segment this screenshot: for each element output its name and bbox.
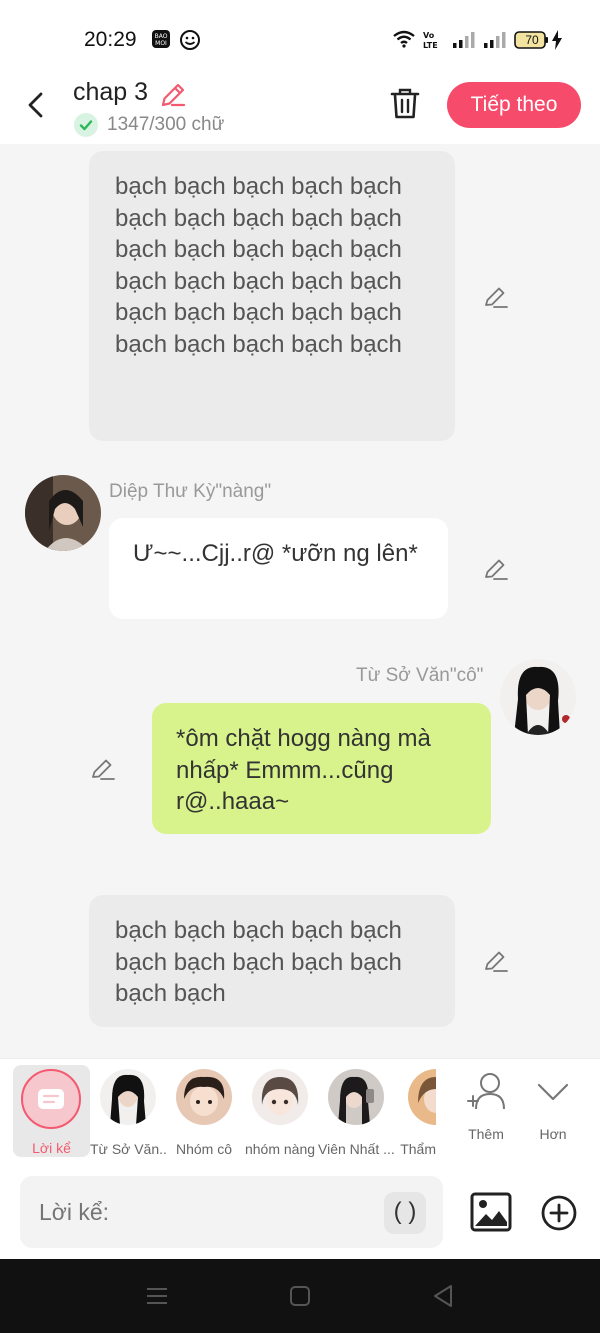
charging-icon [551, 30, 563, 55]
input-bar: ( ) [0, 1166, 600, 1259]
character-name: Viên Nhất ... [318, 1141, 394, 1157]
speaker-name: Diệp Thư Kỳ"nàng" [109, 481, 272, 502]
status-time: 20:29 [84, 28, 137, 51]
parentheses-button[interactable]: ( ) [384, 1192, 426, 1234]
system-nav-bar [0, 1259, 600, 1333]
svg-text:Vo: Vo [423, 31, 435, 40]
home-icon[interactable] [288, 1284, 312, 1313]
narrator-icon [21, 1069, 81, 1129]
add-circle-icon[interactable] [540, 1194, 578, 1237]
narration-bubble[interactable]: bạch bạch bạch bạch bạch bạch bạch bạch … [89, 895, 455, 1027]
edit-message-icon[interactable] [483, 948, 509, 979]
avatar [252, 1069, 308, 1125]
avatar [328, 1069, 384, 1125]
edit-message-icon[interactable] [90, 756, 116, 787]
narration-bubble[interactable]: bạch bạch bạch bạch bạch bạch bạch bạch … [89, 151, 455, 441]
signal-1-icon [452, 32, 476, 53]
app-notification-icon: BAO MOI [151, 29, 171, 54]
character-name: nhóm nàng [244, 1141, 316, 1157]
avatar [408, 1069, 436, 1125]
character-selector: Lời kể Từ Sở Văn... Nhóm cô nhóm nàng Vi… [0, 1058, 600, 1166]
character-option[interactable]: nhóm nàng [242, 1069, 318, 1157]
character-option[interactable]: Thẩm [394, 1069, 436, 1157]
edit-message-icon[interactable] [483, 284, 509, 315]
character-name: Từ Sở Văn... [90, 1141, 166, 1157]
add-character-button[interactable]: Thêm [454, 1069, 518, 1142]
add-character-label: Thêm [468, 1126, 504, 1142]
svg-text:LTE: LTE [423, 41, 438, 50]
status-bar: 20:29 BAO MOI Vo LTE 70 [0, 0, 600, 72]
add-person-icon [464, 1073, 508, 1118]
signal-2-icon [483, 32, 507, 53]
edit-message-icon[interactable] [483, 556, 509, 587]
avatar [176, 1069, 232, 1125]
svg-text:MOI: MOI [155, 40, 167, 47]
narrator-label: Lời kể [32, 1140, 71, 1156]
collapse-button[interactable]: Hơn [521, 1069, 585, 1142]
character-option[interactable]: Viên Nhất ... [318, 1069, 394, 1157]
avatar[interactable] [25, 475, 101, 551]
chapter-title: chap 3 [73, 78, 149, 106]
battery-level: 70 [525, 33, 539, 47]
character-name: Thẩm [400, 1141, 436, 1157]
narration-input[interactable] [20, 1176, 443, 1248]
character-message-bubble[interactable]: *ôm chặt hogg nàng mà nhấp* Emmm...cũng … [152, 703, 491, 834]
chevron-down-icon [531, 1083, 575, 1118]
speaker-name: Từ Sở Văn"cô" [356, 665, 484, 686]
character-message-bubble[interactable]: Ư~~...Cjj..r@ *ưỡn ng lên* [109, 518, 448, 619]
collapse-label: Hơn [539, 1126, 567, 1142]
next-button[interactable]: Tiếp theo [447, 82, 581, 128]
image-icon[interactable] [470, 1192, 512, 1237]
trash-icon[interactable] [388, 86, 422, 127]
avatar [100, 1069, 156, 1125]
character-option[interactable]: Nhóm cô [166, 1069, 242, 1157]
narrator-option[interactable]: Lời kể [13, 1065, 90, 1157]
edit-title-icon[interactable] [158, 80, 188, 115]
check-icon [74, 113, 98, 137]
menu-icon[interactable] [145, 1284, 169, 1313]
character-option[interactable]: Từ Sở Văn... [90, 1069, 166, 1157]
back-arrow-icon[interactable] [22, 90, 52, 120]
word-count: 1347/300 chữ [107, 114, 225, 135]
editor-header: chap 3 1347/300 chữ Tiếp theo [0, 72, 600, 144]
character-name: Nhóm cô [175, 1141, 233, 1157]
svg-text:BAO: BAO [155, 33, 168, 40]
smiley-notification-icon [179, 29, 201, 56]
back-triangle-icon[interactable] [431, 1283, 455, 1314]
avatar[interactable] [500, 659, 576, 735]
volte-icon: Vo LTE [422, 30, 444, 55]
wifi-icon [393, 30, 415, 53]
